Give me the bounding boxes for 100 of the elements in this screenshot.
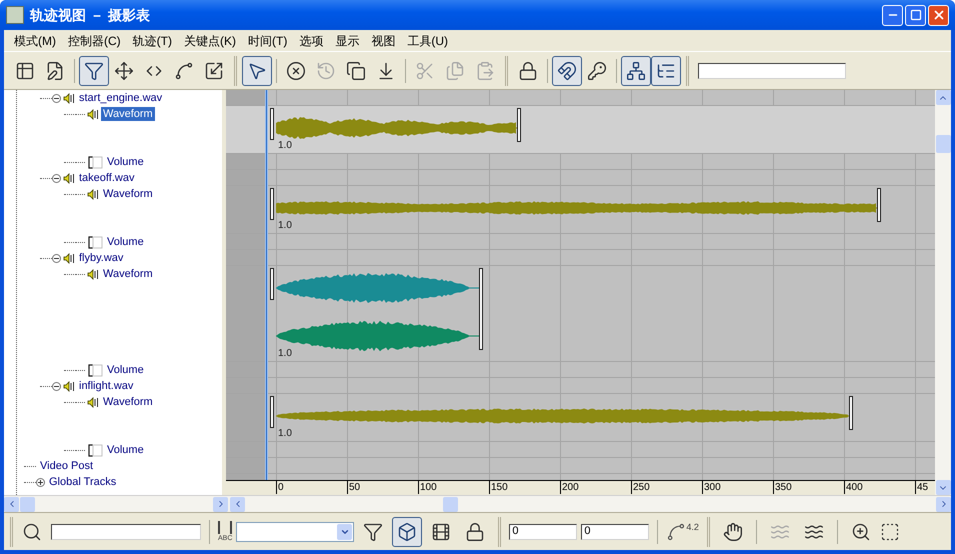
ruler-label: 150 bbox=[489, 481, 508, 494]
range-end-marker[interactable] bbox=[479, 268, 483, 350]
magnet-button[interactable] bbox=[552, 56, 582, 86]
scissors-icon bbox=[415, 60, 435, 80]
tree-item[interactable]: takeoff.wav bbox=[77, 171, 136, 185]
window-title: 轨迹视图 － 摄影表 bbox=[30, 6, 150, 24]
ruler-label: 250 bbox=[631, 481, 650, 494]
collapse-toggle[interactable] bbox=[52, 254, 61, 262]
lock-icon bbox=[518, 60, 538, 80]
curve-icon bbox=[666, 522, 686, 542]
collapse-toggle[interactable] bbox=[52, 174, 61, 182]
menu-item[interactable]: 模式(M) bbox=[8, 32, 62, 50]
hierarchy-icon bbox=[626, 60, 646, 80]
close-icon bbox=[932, 8, 946, 22]
menu-item[interactable]: 工具(U) bbox=[401, 32, 454, 50]
scroll-right-icon[interactable] bbox=[936, 496, 951, 512]
speaker-icon bbox=[87, 396, 99, 408]
key-icon bbox=[587, 60, 607, 80]
collapse-toggle[interactable] bbox=[52, 94, 61, 102]
time-slider-line[interactable] bbox=[265, 90, 268, 480]
tree-item[interactable]: inflight.wav bbox=[77, 379, 136, 393]
tree-item[interactable]: flyby.wav bbox=[77, 251, 126, 265]
paste-icon bbox=[475, 60, 495, 80]
ruler-label: 350 bbox=[773, 481, 792, 494]
hierarchy-button[interactable] bbox=[621, 56, 651, 86]
ruler-label: 45 bbox=[915, 481, 928, 494]
menu-item[interactable]: 时间(T) bbox=[242, 32, 294, 50]
range-start-field[interactable]: 0 bbox=[509, 524, 578, 540]
tree-item[interactable]: Waveform bbox=[101, 107, 155, 121]
dropdown-field[interactable] bbox=[236, 522, 354, 542]
menu-item[interactable]: 轨迹(T) bbox=[126, 32, 178, 50]
tree-item[interactable]: Volume bbox=[105, 155, 146, 169]
tree-item[interactable]: start_engine.wav bbox=[77, 91, 164, 105]
tree-item[interactable]: Volume bbox=[105, 235, 146, 249]
filter-button[interactable] bbox=[79, 56, 109, 86]
scroll-left-icon[interactable] bbox=[4, 496, 19, 512]
tree-item[interactable]: Global Tracks bbox=[47, 475, 118, 489]
maximize-icon bbox=[910, 9, 922, 21]
tree-horizontal-scrollbar[interactable] bbox=[4, 496, 230, 512]
range-start-marker[interactable] bbox=[270, 188, 274, 220]
curve-value-label: 4.2 bbox=[686, 522, 699, 532]
scroll-left-icon[interactable] bbox=[230, 496, 245, 512]
table-edit-icon bbox=[15, 60, 35, 80]
minimize-button[interactable] bbox=[882, 4, 903, 26]
speaker-icon bbox=[87, 188, 99, 200]
scroll-thumb[interactable] bbox=[443, 496, 458, 512]
maximize-button[interactable] bbox=[905, 4, 926, 26]
scale-label: 1.0 bbox=[278, 220, 292, 232]
expand-toggle[interactable] bbox=[36, 478, 45, 486]
speaker-icon bbox=[63, 380, 75, 392]
bracket-icon bbox=[87, 236, 103, 248]
scroll-up-icon[interactable] bbox=[936, 90, 950, 105]
ruler-label: 200 bbox=[560, 481, 579, 494]
app-logo-icon bbox=[6, 6, 24, 24]
range-end-field[interactable]: 0 bbox=[581, 524, 650, 540]
menu-item[interactable]: 控制器(C) bbox=[62, 32, 127, 50]
zoom-region-icon[interactable] bbox=[880, 522, 900, 542]
tree-item[interactable]: Volume bbox=[105, 363, 146, 377]
scroll-right-icon[interactable] bbox=[213, 496, 228, 512]
tree-list-button[interactable] bbox=[651, 56, 681, 86]
menu-item[interactable]: 选项 bbox=[293, 32, 330, 50]
hand-icon bbox=[722, 522, 743, 542]
search-field[interactable] bbox=[51, 524, 201, 540]
range-end-marker[interactable] bbox=[517, 108, 521, 142]
menu-item[interactable]: 显示 bbox=[329, 32, 366, 50]
tree-item[interactable]: Waveform bbox=[101, 267, 155, 281]
menu-item[interactable]: 视图 bbox=[365, 32, 402, 50]
copy-icon bbox=[445, 60, 465, 80]
speaker-icon bbox=[87, 268, 99, 280]
menu-item[interactable]: 关键点(K) bbox=[178, 32, 242, 50]
bracket-icon bbox=[87, 444, 103, 456]
range-end-marker[interactable] bbox=[849, 396, 853, 430]
vertical-scrollbar[interactable] bbox=[935, 90, 951, 495]
scroll-thumb[interactable] bbox=[936, 135, 950, 153]
range-start-marker[interactable] bbox=[270, 108, 274, 140]
filter-icon bbox=[84, 60, 104, 80]
close-button[interactable] bbox=[928, 4, 949, 26]
bracket-icon bbox=[87, 156, 103, 168]
scale-label: 1.0 bbox=[278, 348, 292, 360]
clock-back-icon bbox=[316, 60, 336, 80]
scale-label: 1.0 bbox=[278, 428, 292, 440]
scroll-thumb[interactable] bbox=[20, 496, 35, 512]
zoom-icon bbox=[850, 522, 871, 542]
speaker-icon bbox=[63, 252, 75, 264]
range-end-marker[interactable] bbox=[877, 188, 881, 222]
tree-item[interactable]: Waveform bbox=[101, 187, 155, 201]
collapse-toggle[interactable] bbox=[52, 382, 61, 390]
ruler-label: 400 bbox=[844, 481, 863, 494]
scale-icon bbox=[204, 60, 224, 80]
ruler-label: 300 bbox=[702, 481, 721, 494]
tree-item[interactable]: Video Post bbox=[38, 459, 96, 473]
curve-add-icon bbox=[174, 60, 194, 80]
tree-item[interactable]: Waveform bbox=[101, 395, 155, 409]
tree-item[interactable]: Volume bbox=[105, 443, 146, 457]
range-start-marker[interactable] bbox=[270, 396, 274, 428]
ruler-label: 100 bbox=[418, 481, 437, 494]
magnet-icon bbox=[557, 60, 577, 80]
range-start-marker[interactable] bbox=[270, 268, 274, 300]
scroll-down-icon[interactable] bbox=[936, 480, 950, 495]
name-field[interactable] bbox=[698, 62, 846, 78]
